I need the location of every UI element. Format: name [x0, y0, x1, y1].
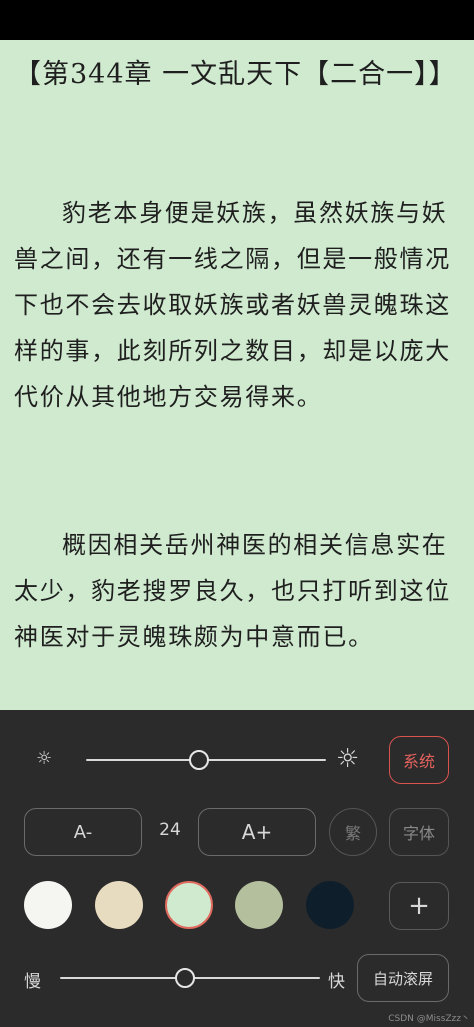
add-theme-button[interactable]: +	[389, 882, 449, 930]
speed-slow-label: 慢	[24, 972, 41, 992]
speed-fast-label: 快	[328, 972, 345, 992]
reading-settings-panel: ☼ ☼ 系统 A- 24 A+ 繁 字体 + 慢 快 自动滚屏 CSDN @Mi…	[0, 710, 474, 1027]
increase-font-button[interactable]: A+	[198, 808, 316, 856]
font-button[interactable]: 字体	[389, 808, 449, 856]
brightness-slider[interactable]	[86, 748, 326, 772]
theme-swatch-olive[interactable]	[235, 881, 283, 929]
paragraph-2: 概因相关岳州神医的相关信息实在太少，豹老搜罗良久，也只打听到这位神医对于灵魄珠颇…	[14, 531, 451, 651]
watermark: CSDN @MissZzz丶	[388, 1014, 470, 1024]
scroll-speed-slider[interactable]	[60, 966, 320, 990]
sun-small-icon: ☼	[36, 748, 53, 769]
brightness-slider-thumb[interactable]	[189, 750, 209, 770]
system-brightness-button[interactable]: 系统	[389, 736, 449, 784]
status-bar	[0, 0, 474, 40]
decrease-font-button[interactable]: A-	[24, 808, 142, 856]
theme-swatch-dark[interactable]	[306, 881, 354, 929]
reader-content[interactable]: 【第344章 一文乱天下【二合一】】 豹老本身便是妖族，虽然妖族与妖兽之间，还有…	[0, 40, 474, 710]
font-size-value: 24	[159, 820, 181, 840]
chapter-title: 【第344章 一文乱天下【二合一】】	[14, 59, 457, 90]
traditional-chinese-button[interactable]: 繁	[329, 808, 377, 856]
theme-swatch-beige[interactable]	[95, 881, 143, 929]
paragraph-1: 豹老本身便是妖族，虽然妖族与妖兽之间，还有一线之隔，但是一般情况下也不会去收取妖…	[14, 199, 451, 411]
theme-swatch-green[interactable]	[165, 881, 213, 929]
scroll-speed-slider-thumb[interactable]	[175, 968, 195, 988]
theme-swatch-white[interactable]	[24, 881, 72, 929]
sun-large-icon: ☼	[336, 744, 360, 774]
auto-scroll-button[interactable]: 自动滚屏	[357, 954, 449, 1002]
